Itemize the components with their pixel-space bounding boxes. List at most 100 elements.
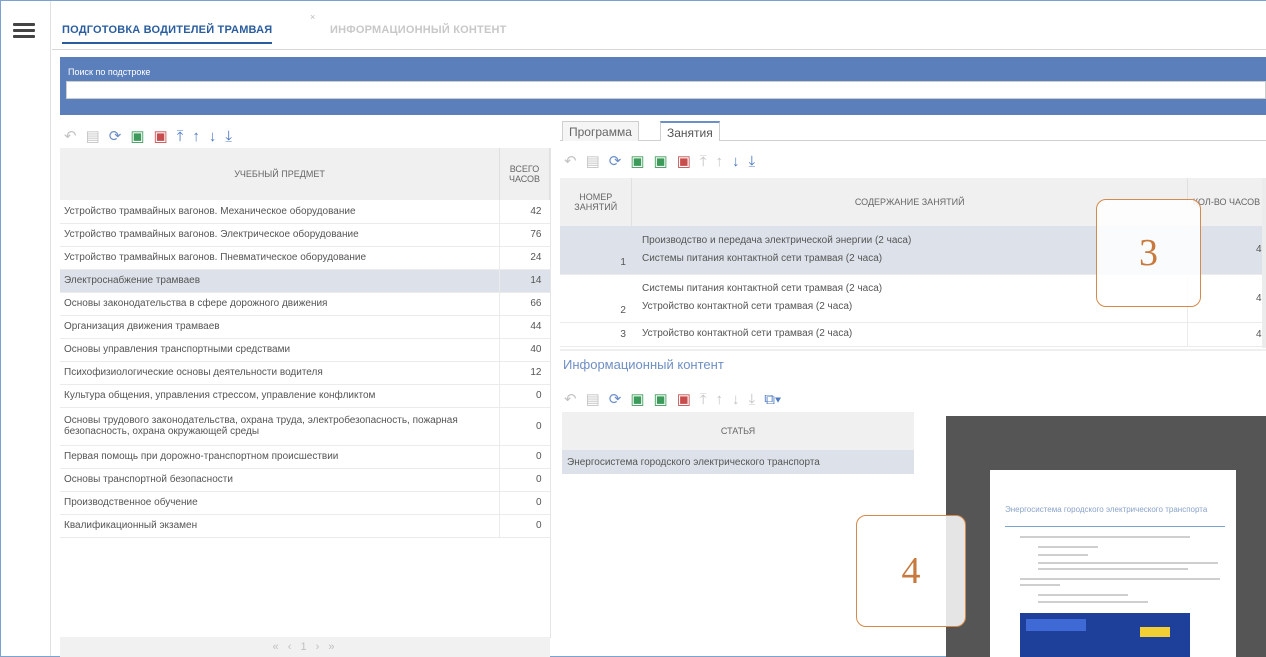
subject-hours: 0 (499, 491, 550, 515)
tab-driver-training[interactable]: ПОДГОТОВКА ВОДИТЕЛЕЙ ТРАМВАЯ (62, 24, 273, 44)
save-icon[interactable]: ▤ (586, 392, 600, 407)
table-row[interactable]: Культура общения, управления стрессом, у… (60, 384, 550, 408)
table-row-selected[interactable]: Электроснабжение трамваев 14 (60, 269, 550, 293)
add-doc-icon[interactable]: ▣ (130, 129, 144, 144)
delete-doc-icon[interactable]: ▣ (154, 129, 168, 144)
subject-hours: 0 (499, 445, 550, 469)
text-line (1038, 594, 1128, 596)
subject-hours: 12 (499, 361, 550, 385)
undo-icon[interactable]: ↶ (564, 154, 577, 169)
callout-3: 3 (1096, 199, 1201, 307)
move-up-icon[interactable]: ↑ (716, 392, 724, 407)
subject-hours: 0 (499, 514, 550, 538)
table-row[interactable]: 3 Устройство контактной сети трамвая (2 … (560, 322, 1266, 347)
tab-bar: ПОДГОТОВКА ВОДИТЕЛЕЙ ТРАМВАЯ × ИНФОРМАЦИ… (52, 10, 1266, 50)
text-line (1020, 584, 1060, 586)
divider (550, 148, 551, 638)
open-external-icon[interactable]: ⧉▾ (764, 392, 781, 407)
info-content-title: Информационный контент (563, 357, 724, 372)
subject-hours: 42 (499, 200, 550, 224)
undo-icon[interactable]: ↶ (64, 129, 77, 144)
subject-name: Устройство трамвайных вагонов. Электриче… (60, 223, 500, 247)
search-label: Поиск по подстроке (68, 67, 151, 77)
subject-hours: 66 (499, 292, 550, 316)
table-row[interactable]: Первая помощь при дорожно-транспортном п… (60, 445, 550, 469)
table-row[interactable]: Устройство трамвайных вагонов. Пневматич… (60, 246, 550, 270)
tab-program[interactable]: Программа (562, 121, 639, 141)
tab-lessons[interactable]: Занятия (660, 121, 720, 141)
subject-name: Электроснабжение трамваев (60, 269, 500, 293)
subject-name: Производственное обучение (60, 491, 500, 515)
move-bottom-icon[interactable]: ⤓ (225, 129, 232, 144)
subtab-bar: Программа Занятия (560, 119, 1266, 141)
preview-page: Энергосистема городского электрического … (990, 470, 1236, 657)
move-down-icon[interactable]: ↓ (732, 392, 740, 407)
table-row[interactable]: Основы транспортной безопасности 0 (60, 468, 550, 492)
table-row[interactable]: Психофизиологические основы деятельности… (60, 361, 550, 385)
lesson-content: Устройство контактной сети трамвая (2 ча… (631, 322, 1188, 347)
subject-hours: 76 (499, 223, 550, 247)
text-line (1038, 562, 1218, 564)
divider (1005, 526, 1225, 527)
menu-icon[interactable] (13, 23, 35, 39)
pagination[interactable]: « ‹ 1 › » (60, 637, 550, 657)
table-row[interactable]: Основы управления транспортными средства… (60, 338, 550, 362)
table-row[interactable]: Организация движения трамваев 44 (60, 315, 550, 339)
move-up-icon[interactable]: ↑ (716, 154, 724, 169)
side-rail (1, 1, 51, 656)
delete-doc-icon[interactable]: ▣ (677, 392, 691, 407)
tab-info-content[interactable]: ИНФОРМАЦИОННЫЙ КОНТЕНТ (330, 24, 507, 36)
add-doc-icon[interactable]: ▣ (630, 154, 644, 169)
subject-name: Основы транспортной безопасности (60, 468, 500, 492)
edit-doc-icon[interactable]: ▣ (654, 154, 668, 169)
move-top-icon[interactable]: ⤒ (700, 154, 707, 169)
info-toolbar: ↶ ▤ ⟳ ▣ ▣ ▣ ⤒ ↑ ↓ ⤓ ⧉▾ (564, 388, 781, 410)
delete-doc-icon[interactable]: ▣ (677, 154, 691, 169)
article-title: Энергосистема городского электрического … (562, 450, 914, 474)
move-down-icon[interactable]: ↓ (732, 154, 740, 169)
search-input[interactable] (66, 81, 1266, 99)
text-line (1020, 536, 1190, 538)
move-top-icon[interactable]: ⤒ (177, 129, 184, 144)
close-tab-icon[interactable]: × (310, 12, 315, 22)
subject-hours: 0 (499, 407, 550, 446)
table-filler (60, 537, 550, 627)
subject-column-header[interactable]: УЧЕБНЫЙ ПРЕДМЕТ (60, 148, 501, 200)
undo-icon[interactable]: ↶ (564, 392, 577, 407)
splitter[interactable] (560, 349, 1266, 351)
table-row[interactable]: Квалификационный экзамен 0 (60, 514, 550, 538)
table-row[interactable]: Устройство трамвайных вагонов. Электриче… (60, 223, 550, 247)
move-up-icon[interactable]: ↑ (192, 129, 200, 144)
move-down-icon[interactable]: ↓ (209, 129, 217, 144)
articles-table: СТАТЬЯ Энергосистема городского электрич… (562, 412, 914, 474)
save-icon[interactable]: ▤ (86, 129, 100, 144)
add-doc-icon[interactable]: ▣ (630, 392, 644, 407)
subject-hours: 0 (499, 468, 550, 492)
article-column-header[interactable]: СТАТЬЯ (562, 412, 914, 450)
subject-name: Организация движения трамваев (60, 315, 500, 339)
table-row[interactable]: Основы трудового законодательства, охран… (60, 407, 550, 446)
subject-name: Психофизиологические основы деятельности… (60, 361, 500, 385)
refresh-icon[interactable]: ⟳ (609, 392, 622, 407)
table-row-selected[interactable]: Энергосистема городского электрического … (562, 450, 914, 474)
move-top-icon[interactable]: ⤒ (700, 392, 707, 407)
lesson-hours: 4 (1187, 322, 1266, 347)
table-row[interactable]: Основы законодательства в сфере дорожног… (60, 292, 550, 316)
subject-hours: 14 (499, 269, 550, 293)
refresh-icon[interactable]: ⟳ (609, 154, 622, 169)
text-line (1038, 568, 1188, 570)
subject-name: Устройство трамвайных вагонов. Механичес… (60, 200, 500, 224)
save-icon[interactable]: ▤ (586, 154, 600, 169)
move-bottom-icon[interactable]: ⤓ (749, 392, 756, 407)
hours-column-header[interactable]: ВСЕГО ЧАСОВ (499, 148, 550, 200)
text-line (1038, 601, 1148, 603)
move-bottom-icon[interactable]: ⤓ (749, 154, 756, 169)
table-row[interactable]: Производственное обучение 0 (60, 491, 550, 515)
scrollbar[interactable] (1262, 178, 1266, 348)
edit-doc-icon[interactable]: ▣ (654, 392, 668, 407)
lesson-number-header[interactable]: НОМЕР ЗАНЯТИЙ (560, 178, 633, 226)
table-row[interactable]: Устройство трамвайных вагонов. Механичес… (60, 200, 550, 224)
subjects-toolbar: ↶ ▤ ⟳ ▣ ▣ ⤒ ↑ ↓ ⤓ (64, 125, 232, 147)
subject-name: Основы управления транспортными средства… (60, 338, 500, 362)
refresh-icon[interactable]: ⟳ (109, 129, 122, 144)
